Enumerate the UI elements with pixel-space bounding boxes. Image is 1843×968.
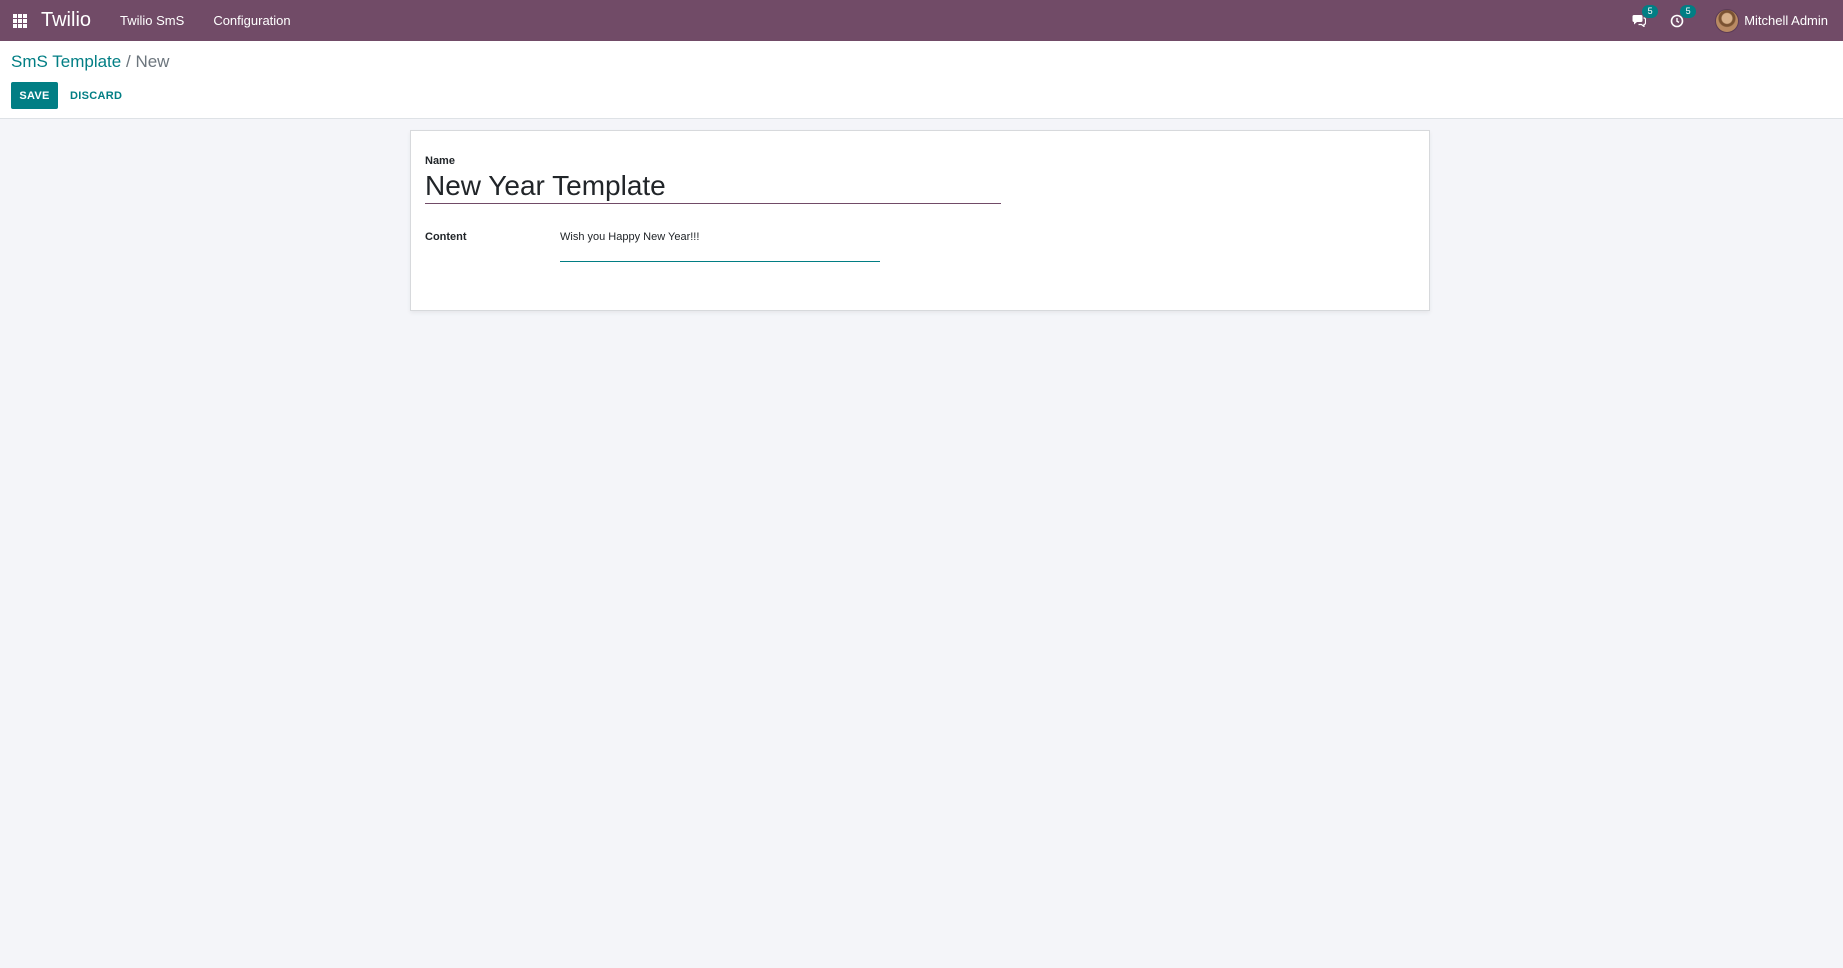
save-button[interactable]: SAVE xyxy=(11,82,58,109)
breadcrumb-parent-link[interactable]: SmS Template xyxy=(11,52,121,71)
messages-count-badge: 5 xyxy=(1642,4,1659,18)
breadcrumb: SmS Template / New xyxy=(11,52,169,72)
apps-menu-icon[interactable] xyxy=(13,13,27,28)
avatar xyxy=(1715,8,1740,33)
app-brand[interactable]: Twilio xyxy=(41,9,91,32)
content-field-label: Content xyxy=(425,231,467,243)
messaging-menu[interactable]: 5 xyxy=(1629,4,1659,31)
activity-menu[interactable]: 5 xyxy=(1667,4,1697,31)
discard-button[interactable]: DISCARD xyxy=(62,82,130,109)
content-textarea[interactable]: Wish you Happy New Year!!! xyxy=(560,227,880,262)
form-sheet: Name Content Wish you Happy New Year!!! xyxy=(410,130,1430,311)
top-navbar: Twilio Twilio SmS Configuration 5 5 Mitc… xyxy=(0,0,1843,41)
name-input[interactable] xyxy=(425,169,1001,204)
menu-configuration[interactable]: Configuration xyxy=(213,13,290,28)
breadcrumb-current: New xyxy=(135,52,170,71)
user-name: Mitchell Admin xyxy=(1744,13,1828,28)
name-field-label: Name xyxy=(425,155,455,167)
menu-twilio-sms[interactable]: Twilio SmS xyxy=(120,13,184,28)
breadcrumb-separator: / xyxy=(125,52,131,71)
user-menu[interactable]: Mitchell Admin xyxy=(1715,8,1828,33)
systray: 5 5 Mitchell Admin xyxy=(1629,0,1843,41)
control-panel: SmS Template / New SAVE DISCARD xyxy=(0,41,1843,119)
activities-count-badge: 5 xyxy=(1680,4,1697,18)
